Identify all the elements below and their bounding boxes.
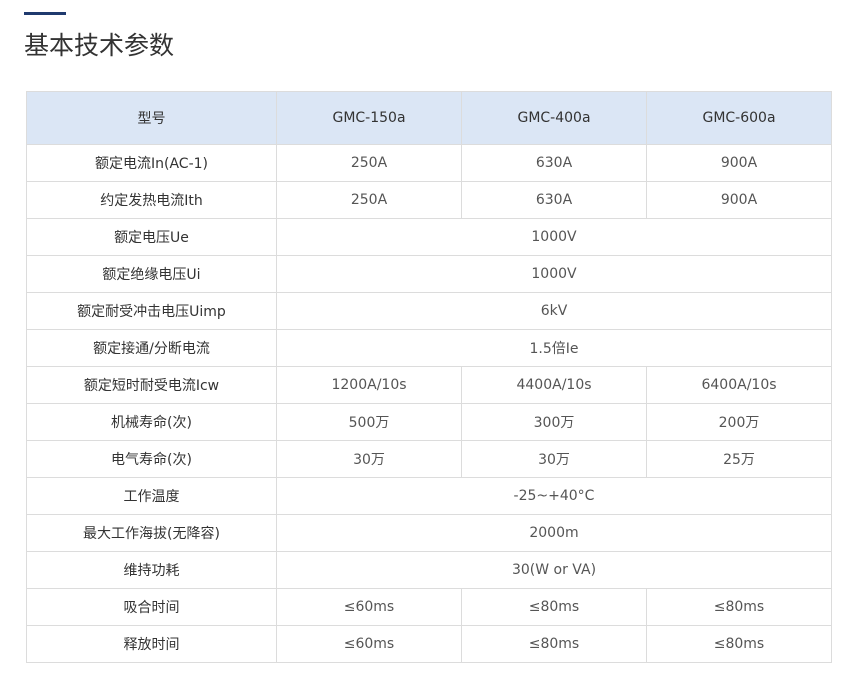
row-value: 200万 bbox=[646, 403, 832, 441]
row-label: 最大工作海拔(无降容) bbox=[26, 514, 277, 552]
row-value-merged: 1000V bbox=[276, 255, 832, 293]
row-value-merged: 6kV bbox=[276, 292, 832, 330]
title-accent-bar bbox=[24, 12, 66, 15]
row-label: 额定绝缘电压Ui bbox=[26, 255, 277, 293]
table-row: 电气寿命(次) 30万 30万 25万 bbox=[26, 440, 832, 478]
row-label: 电气寿命(次) bbox=[26, 440, 277, 478]
row-label: 释放时间 bbox=[26, 625, 277, 663]
header-cell-gmc-150a: GMC-150a bbox=[276, 91, 462, 145]
row-value: ≤80ms bbox=[461, 625, 647, 663]
row-value: ≤60ms bbox=[276, 625, 462, 663]
row-value: 30万 bbox=[276, 440, 462, 478]
row-value: 630A bbox=[461, 144, 647, 182]
row-value: 6400A/10s bbox=[646, 366, 832, 404]
row-value-merged: 1000V bbox=[276, 218, 832, 256]
row-value: 900A bbox=[646, 144, 832, 182]
row-value: 1200A/10s bbox=[276, 366, 462, 404]
row-value-merged: -25~+40°C bbox=[276, 477, 832, 515]
row-label: 额定电流In(AC-1) bbox=[26, 144, 277, 182]
row-value: 500万 bbox=[276, 403, 462, 441]
table-row: 维持功耗 30(W or VA) bbox=[26, 551, 832, 589]
row-value-merged: 1.5倍Ie bbox=[276, 329, 832, 367]
row-label: 额定耐受冲击电压Uimp bbox=[26, 292, 277, 330]
row-value: ≤80ms bbox=[646, 625, 832, 663]
row-label: 维持功耗 bbox=[26, 551, 277, 589]
row-value: 30万 bbox=[461, 440, 647, 478]
header-cell-gmc-600a: GMC-600a bbox=[646, 91, 832, 145]
row-label: 工作温度 bbox=[26, 477, 277, 515]
row-value: 250A bbox=[276, 181, 462, 219]
row-value: 300万 bbox=[461, 403, 647, 441]
row-value-merged: 30(W or VA) bbox=[276, 551, 832, 589]
row-value: ≤80ms bbox=[646, 588, 832, 626]
row-value: 25万 bbox=[646, 440, 832, 478]
row-value: 630A bbox=[461, 181, 647, 219]
table-row: 最大工作海拔(无降容) 2000m bbox=[26, 514, 832, 552]
row-value: 900A bbox=[646, 181, 832, 219]
row-label: 额定接通/分断电流 bbox=[26, 329, 277, 367]
row-label: 吸合时间 bbox=[26, 588, 277, 626]
header-cell-gmc-400a: GMC-400a bbox=[461, 91, 647, 145]
row-value: ≤80ms bbox=[461, 588, 647, 626]
section-title: 基本技术参数 bbox=[24, 31, 175, 60]
table-header: 型号 GMC-150a GMC-400a GMC-600a bbox=[26, 91, 832, 145]
row-label: 额定短时耐受电流Icw bbox=[26, 366, 277, 404]
row-value: 4400A/10s bbox=[461, 366, 647, 404]
table-row: 额定耐受冲击电压Uimp 6kV bbox=[26, 292, 832, 330]
table-row: 机械寿命(次) 500万 300万 200万 bbox=[26, 403, 832, 441]
table-row: 额定电压Ue 1000V bbox=[26, 218, 832, 256]
row-value: ≤60ms bbox=[276, 588, 462, 626]
table-row: 额定电流In(AC-1) 250A 630A 900A bbox=[26, 144, 832, 182]
table-row: 额定绝缘电压Ui 1000V bbox=[26, 255, 832, 293]
table-row: 约定发热电流Ith 250A 630A 900A bbox=[26, 181, 832, 219]
header-row: 型号 GMC-150a GMC-400a GMC-600a bbox=[26, 91, 832, 145]
table-row: 释放时间 ≤60ms ≤80ms ≤80ms bbox=[26, 625, 832, 663]
row-value-merged: 2000m bbox=[276, 514, 832, 552]
table-body: 额定电流In(AC-1) 250A 630A 900A 约定发热电流Ith 25… bbox=[26, 144, 832, 663]
row-value: 250A bbox=[276, 144, 462, 182]
row-label: 额定电压Ue bbox=[26, 218, 277, 256]
header-cell-model: 型号 bbox=[26, 91, 277, 145]
row-label: 机械寿命(次) bbox=[26, 403, 277, 441]
table-row: 额定短时耐受电流Icw 1200A/10s 4400A/10s 6400A/10… bbox=[26, 366, 832, 404]
table-row: 工作温度 -25~+40°C bbox=[26, 477, 832, 515]
table-row: 吸合时间 ≤60ms ≤80ms ≤80ms bbox=[26, 588, 832, 626]
parameters-table: 型号 GMC-150a GMC-400a GMC-600a 额定电流In(AC-… bbox=[26, 91, 832, 663]
row-label: 约定发热电流Ith bbox=[26, 181, 277, 219]
table-row: 额定接通/分断电流 1.5倍Ie bbox=[26, 329, 832, 367]
